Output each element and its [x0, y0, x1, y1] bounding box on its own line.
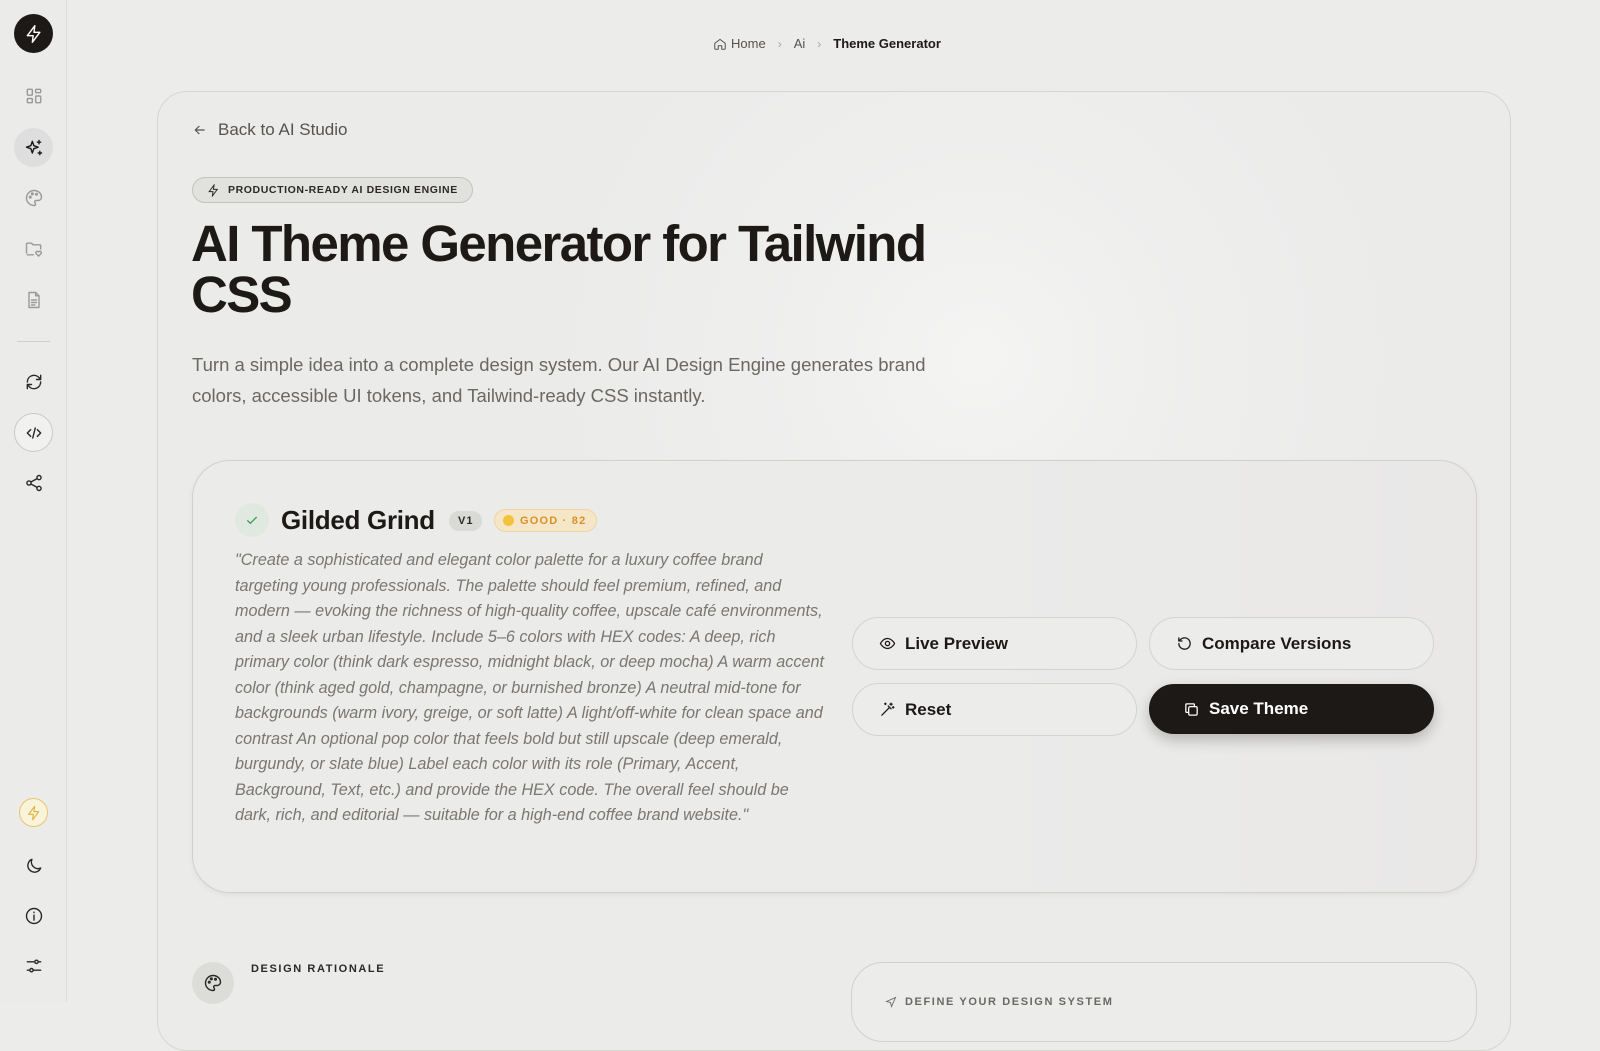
chevron-right-icon: › — [817, 36, 822, 51]
palette-icon[interactable] — [14, 178, 53, 217]
score-badge: GOOD · 82 — [494, 509, 598, 532]
save-theme-label: Save Theme — [1209, 699, 1309, 718]
moon-icon[interactable] — [14, 846, 53, 885]
version-badge: V1 — [449, 511, 483, 531]
sidebar — [0, 0, 67, 1002]
compare-versions-button[interactable]: Compare Versions — [1149, 617, 1434, 670]
reset-button[interactable]: Reset — [852, 683, 1137, 736]
score-dot-icon — [503, 515, 514, 526]
document-icon[interactable] — [14, 280, 53, 319]
live-preview-button[interactable]: Live Preview — [852, 617, 1137, 670]
theme-prompt: "Create a sophisticated and elegant colo… — [235, 551, 824, 824]
compare-versions-label: Compare Versions — [1202, 633, 1352, 653]
share-icon[interactable] — [14, 463, 53, 502]
check-icon — [235, 503, 269, 537]
palette-icon — [192, 962, 234, 1004]
eye-icon — [879, 637, 896, 650]
home-icon — [714, 38, 726, 50]
design-rationale-heading: DESIGN RATIONALE — [251, 963, 386, 975]
send-icon — [885, 996, 897, 1008]
define-system-heading: DEFINE YOUR DESIGN SYSTEM — [885, 996, 1114, 1008]
chevron-right-icon: › — [777, 36, 782, 51]
page-title: AI Theme Generator for Tailwind CSS — [191, 215, 927, 323]
back-link-label: Back to AI Studio — [218, 120, 348, 139]
info-icon[interactable] — [14, 896, 53, 935]
save-theme-button[interactable]: Save Theme — [1149, 684, 1434, 734]
reset-label: Reset — [905, 699, 952, 719]
magic-wand-icon — [881, 702, 895, 716]
bolt-icon[interactable] — [14, 793, 53, 832]
page-description: Turn a simple idea into a complete desig… — [192, 354, 926, 406]
engine-badge-label: PRODUCTION-READY AI DESIGN ENGINE — [228, 184, 458, 196]
back-link[interactable]: Back to AI Studio — [192, 120, 347, 140]
engine-badge: PRODUCTION-READY AI DESIGN ENGINE — [192, 177, 473, 203]
copy-icon — [1185, 702, 1198, 716]
arrow-left-icon — [194, 125, 205, 135]
breadcrumb-ai[interactable]: Ai — [794, 36, 806, 51]
sliders-icon[interactable] — [14, 946, 53, 985]
history-icon — [1178, 637, 1191, 650]
grid-icon[interactable] — [14, 76, 53, 115]
sparkles-icon[interactable] — [14, 128, 53, 167]
live-preview-label: Live Preview — [905, 633, 1009, 653]
folder-heart-icon[interactable] — [14, 229, 53, 268]
bolt-icon — [208, 183, 219, 197]
sidebar-divider — [17, 341, 50, 342]
theme-name: Gilded Grind — [281, 505, 435, 535]
logo-bolt-icon[interactable] — [14, 14, 53, 53]
code-icon[interactable] — [14, 413, 53, 452]
breadcrumb: Home › Ai › Theme Generator — [713, 36, 941, 51]
define-system-label: DEFINE YOUR DESIGN SYSTEM — [905, 996, 1114, 1008]
breadcrumb-home[interactable]: Home — [731, 36, 766, 51]
refresh-icon[interactable] — [14, 362, 53, 401]
breadcrumb-current: Theme Generator — [833, 36, 941, 51]
score-label: GOOD · 82 — [520, 514, 587, 527]
